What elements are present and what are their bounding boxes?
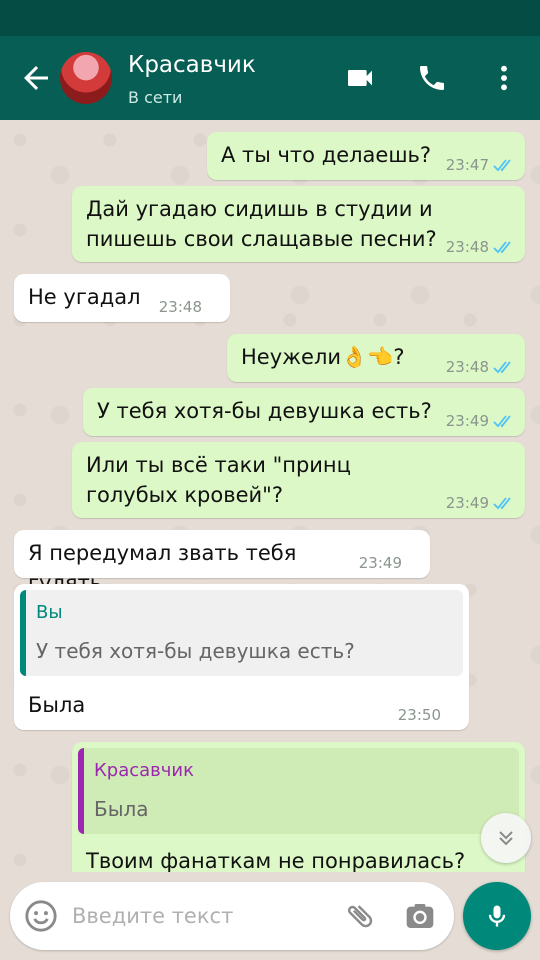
message-time: 23:48 xyxy=(445,358,489,376)
message-text: Твоим фанаткам не понравилась? xyxy=(86,849,466,872)
message-bubble[interactable]: У тебя хотя-бы девушка есть? 23:49 xyxy=(83,388,525,436)
contact-status: В сети xyxy=(128,88,183,107)
phone-icon[interactable] xyxy=(416,62,448,94)
message-input[interactable] xyxy=(72,896,332,936)
message-text: Неужели👌👈? xyxy=(241,345,405,369)
message-bubble-with-reply[interactable]: Вы У тебя хотя-бы девушка есть? Была 23:… xyxy=(14,584,469,730)
message-list[interactable]: А ты что делаешь? 23:47 Дай угадаю сидиш… xyxy=(0,120,540,872)
more-vert-icon[interactable] xyxy=(488,62,520,94)
message-time: 23:49 xyxy=(358,554,402,572)
quote-accent-bar xyxy=(20,590,26,676)
emoji-icon[interactable] xyxy=(24,899,58,933)
message-time: 23:47 xyxy=(445,156,489,174)
message-bubble[interactable]: Неужели👌👈? 23:48 xyxy=(227,334,525,382)
message-text: Дай угадаю сидишь в студии и пишешь свои… xyxy=(86,197,437,251)
quote-author: Вы xyxy=(36,602,63,623)
message-bubble-with-reply[interactable]: Красавчик Была Твоим фанаткам не понрави… xyxy=(72,742,525,872)
message-bubble[interactable]: Дай угадаю сидишь в студии и пишешь свои… xyxy=(72,186,525,262)
message-bubble[interactable]: Я передумал звать тебя гулять 23:49 xyxy=(14,530,430,595)
read-receipt-icon xyxy=(493,159,511,172)
status-bar xyxy=(0,0,540,36)
quoted-message[interactable]: Красавчик Была xyxy=(78,748,519,834)
quote-text: Была xyxy=(94,797,149,821)
video-call-icon[interactable] xyxy=(344,62,376,94)
message-text: У тебя хотя-бы девушка есть? xyxy=(97,399,432,423)
message-time: 23:48 xyxy=(158,298,202,316)
chevron-double-down-icon xyxy=(499,831,513,846)
message-bubble[interactable]: Или ты всё таки "принц голубых кровей"? … xyxy=(72,442,525,518)
message-text: Не угадал xyxy=(28,285,141,309)
back-arrow-icon[interactable] xyxy=(18,60,54,96)
read-receipt-icon xyxy=(493,497,511,510)
message-time: 23:49 xyxy=(445,412,489,430)
quote-author: Красавчик xyxy=(94,760,194,781)
message-time: 23:49 xyxy=(445,494,489,512)
message-time: 23:50 xyxy=(397,706,441,724)
quoted-message[interactable]: Вы У тебя хотя-бы девушка есть? xyxy=(20,590,463,676)
avatar[interactable] xyxy=(60,52,112,104)
message-text: А ты что делаешь? xyxy=(221,143,432,167)
read-receipt-icon xyxy=(493,241,511,254)
message-time: 23:48 xyxy=(445,238,489,256)
mic-button[interactable] xyxy=(463,882,531,950)
read-receipt-icon xyxy=(493,361,511,374)
message-bubble[interactable]: Не угадал 23:48 xyxy=(14,274,230,322)
chat-header: Красавчик В сети xyxy=(0,36,540,120)
message-text: Или ты всё таки "принц голубых кровей"? xyxy=(86,453,351,507)
message-text: Была xyxy=(28,693,86,717)
attach-icon[interactable] xyxy=(344,900,376,932)
message-bubble[interactable]: А ты что делаешь? 23:47 xyxy=(207,132,525,180)
mic-icon xyxy=(488,905,506,927)
camera-icon[interactable] xyxy=(404,900,436,932)
contact-name[interactable]: Красавчик xyxy=(128,52,256,78)
message-composer xyxy=(10,882,454,950)
quote-text: У тебя хотя-бы девушка есть? xyxy=(36,639,355,663)
quote-accent-bar xyxy=(78,748,84,834)
read-receipt-icon xyxy=(493,415,511,428)
scroll-to-bottom-button[interactable] xyxy=(481,813,531,863)
